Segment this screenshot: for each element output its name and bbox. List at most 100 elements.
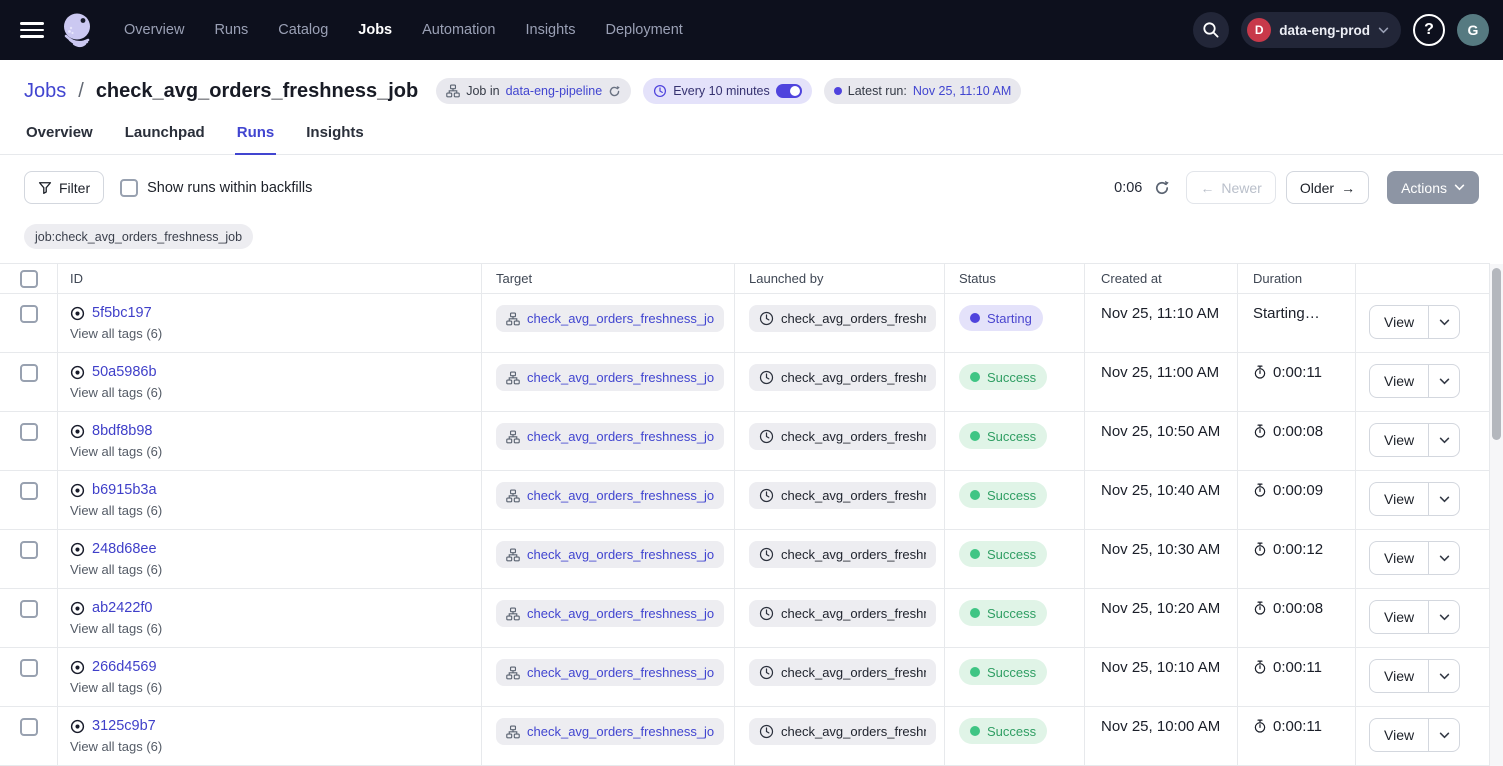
target-job-link[interactable]: check_avg_orders_freshness_job [527,665,714,680]
scrollbar-thumb[interactable] [1492,268,1501,440]
view-dropdown-button[interactable] [1428,483,1459,515]
target-pill[interactable]: check_avg_orders_freshness_job [496,305,724,332]
tab-insights[interactable]: Insights [304,120,366,154]
target-job-link[interactable]: check_avg_orders_freshness_job [527,606,714,621]
show-backfills-option[interactable]: Show runs within backfills [120,179,312,197]
newer-button[interactable]: ← Newer [1186,171,1275,204]
view-all-tags-link[interactable]: View all tags (6) [70,739,481,754]
target-pill[interactable]: check_avg_orders_freshness_job [496,600,724,627]
latest-run-link[interactable]: Nov 25, 11:10 AM [913,84,1011,98]
row-checkbox[interactable] [20,482,38,500]
launched-by-pill[interactable]: check_avg_orders_freshn… [749,482,936,509]
view-all-tags-link[interactable]: View all tags (6) [70,562,481,577]
target-job-link[interactable]: check_avg_orders_freshness_job [527,724,714,739]
user-avatar[interactable]: G [1457,14,1489,46]
target-pill[interactable]: check_avg_orders_freshness_job [496,482,724,509]
view-button[interactable]: View [1370,601,1428,633]
target-pill[interactable]: check_avg_orders_freshness_job [496,423,724,450]
job-filter-tag[interactable]: job:check_avg_orders_freshness_job [24,224,253,249]
run-id-link[interactable]: 5f5bc197 [92,305,152,321]
help-button[interactable]: ? [1413,14,1445,46]
nav-item-automation[interactable]: Automation [422,22,495,38]
nav-item-jobs[interactable]: Jobs [358,22,392,38]
launched-by-pill[interactable]: check_avg_orders_freshn… [749,364,936,391]
target-job-link[interactable]: check_avg_orders_freshness_job [527,311,714,326]
stopwatch-icon [1253,659,1267,674]
view-button[interactable]: View [1370,365,1428,397]
view-dropdown-button[interactable] [1428,719,1459,751]
vertical-scrollbar[interactable] [1490,264,1503,766]
view-all-tags-link[interactable]: View all tags (6) [70,621,481,636]
run-id-link[interactable]: 50a5986b [92,364,157,380]
launched-by-pill[interactable]: check_avg_orders_freshn… [749,541,936,568]
launched-by-pill[interactable]: check_avg_orders_freshn… [749,423,936,450]
row-checkbox[interactable] [20,423,38,441]
target-pill[interactable]: check_avg_orders_freshness_job [496,659,724,686]
target-pill[interactable]: check_avg_orders_freshness_job [496,541,724,568]
row-checkbox[interactable] [20,600,38,618]
run-id-link[interactable]: b6915b3a [92,482,157,498]
launched-by-pill[interactable]: check_avg_orders_freshn… [749,600,936,627]
filter-button[interactable]: Filter [24,171,104,204]
view-dropdown-button[interactable] [1428,365,1459,397]
nav-item-insights[interactable]: Insights [525,22,575,38]
nav-item-runs[interactable]: Runs [214,22,248,38]
view-button[interactable]: View [1370,424,1428,456]
row-checkbox[interactable] [20,659,38,677]
search-button[interactable] [1193,12,1229,48]
view-button[interactable]: View [1370,483,1428,515]
target-pill[interactable]: check_avg_orders_freshness_job [496,364,724,391]
hamburger-menu-icon[interactable] [14,12,50,48]
actions-button[interactable]: Actions [1387,171,1479,204]
row-checkbox[interactable] [20,718,38,736]
view-all-tags-link[interactable]: View all tags (6) [70,444,481,459]
breadcrumb-jobs-link[interactable]: Jobs [24,80,66,103]
schedule-toggle[interactable] [776,84,802,98]
view-dropdown-button[interactable] [1428,601,1459,633]
tab-overview[interactable]: Overview [24,120,95,154]
target-job-link[interactable]: check_avg_orders_freshness_job [527,488,714,503]
pipeline-link[interactable]: data-eng-pipeline [506,84,603,98]
older-button[interactable]: Older → [1286,171,1369,204]
reload-icon[interactable] [608,85,621,98]
launched-by-pill[interactable]: check_avg_orders_freshn… [749,718,936,745]
tab-launchpad[interactable]: Launchpad [123,120,207,154]
nav-item-catalog[interactable]: Catalog [278,22,328,38]
nav-item-deployment[interactable]: Deployment [605,22,682,38]
view-button[interactable]: View [1370,306,1428,338]
view-dropdown-button[interactable] [1428,542,1459,574]
row-checkbox[interactable] [20,364,38,382]
show-backfills-checkbox[interactable] [120,179,138,197]
deployment-switcher[interactable]: D data-eng-prod [1241,12,1401,48]
select-all-checkbox[interactable] [20,270,38,288]
duration-value: 0:00:08 [1273,423,1323,440]
view-all-tags-link[interactable]: View all tags (6) [70,385,481,400]
run-id-link[interactable]: 3125c9b7 [92,718,156,734]
run-id-link[interactable]: 8bdf8b98 [92,423,152,439]
run-id-link[interactable]: 248d68ee [92,541,157,557]
tab-runs[interactable]: Runs [235,120,277,154]
target-job-link[interactable]: check_avg_orders_freshness_job [527,547,714,562]
view-dropdown-button[interactable] [1428,660,1459,692]
view-button[interactable]: View [1370,542,1428,574]
run-id-link[interactable]: 266d4569 [92,659,157,675]
view-all-tags-link[interactable]: View all tags (6) [70,503,481,518]
launched-by-pill[interactable]: check_avg_orders_freshn… [749,305,936,332]
row-checkbox[interactable] [20,305,38,323]
target-job-link[interactable]: check_avg_orders_freshness_job [527,370,714,385]
launched-by-pill[interactable]: check_avg_orders_freshn… [749,659,936,686]
target-job-link[interactable]: check_avg_orders_freshness_job [527,429,714,444]
view-button[interactable]: View [1370,660,1428,692]
target-pill[interactable]: check_avg_orders_freshness_job [496,718,724,745]
view-all-tags-link[interactable]: View all tags (6) [70,326,481,341]
dagster-logo-icon[interactable] [58,10,98,50]
deployment-name: data-eng-prod [1279,23,1370,38]
refresh-icon[interactable] [1154,180,1170,196]
run-id-link[interactable]: ab2422f0 [92,600,152,616]
row-checkbox[interactable] [20,541,38,559]
view-dropdown-button[interactable] [1428,306,1459,338]
nav-item-overview[interactable]: Overview [124,22,184,38]
view-dropdown-button[interactable] [1428,424,1459,456]
view-all-tags-link[interactable]: View all tags (6) [70,680,481,695]
view-button[interactable]: View [1370,719,1428,751]
